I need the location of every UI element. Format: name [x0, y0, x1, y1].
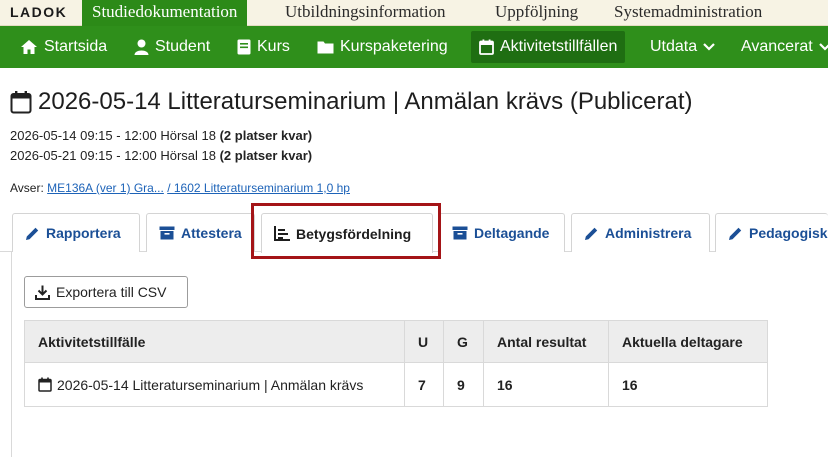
cell-u: 7 — [404, 362, 444, 407]
nav-student[interactable]: Student — [134, 31, 210, 63]
export-csv-button[interactable]: Exportera till CSV — [24, 276, 188, 308]
nav-kurs[interactable]: Kurs — [237, 31, 290, 63]
nav-startsida[interactable]: Startsida — [20, 31, 107, 63]
main-nav: Startsida Student Kurs Kurspaketering Ak… — [0, 26, 828, 68]
archive-icon — [159, 226, 175, 240]
calendar-icon — [38, 377, 52, 392]
top-tab-utbildningsinformation[interactable]: Utbildningsinformation — [285, 0, 446, 26]
home-icon — [21, 40, 37, 54]
col-header-g: G — [443, 320, 484, 363]
session-2-text: 2026-05-21 09:15 - 12:00 Hörsal 18 — [10, 148, 220, 163]
tab-pedagogisk-label: Pedagogisk — [749, 225, 828, 241]
archive-icon — [452, 226, 468, 240]
book-icon — [237, 39, 251, 55]
col-header-u: U — [404, 320, 444, 363]
cell-g: 9 — [443, 362, 484, 407]
tab-attestera-label: Attestera — [181, 225, 242, 241]
avser-line: Avser: ME136A (ver 1) Gra... / 1602 Litt… — [10, 181, 350, 195]
nav-startsida-label: Startsida — [44, 38, 108, 55]
col-header-aktuella-deltagare: Aktuella deltagare — [608, 320, 768, 363]
col-header-aktivitetstillfalle: Aktivitetstillfälle — [24, 320, 405, 363]
cell-antal-resultat: 16 — [483, 362, 609, 407]
avser-label: Avser: — [10, 181, 44, 195]
top-tab-systemadministration[interactable]: Systemadministration — [614, 0, 762, 26]
chevron-down-icon — [703, 43, 715, 51]
page-title: 2026-05-14 Litteraturseminarium | Anmäla… — [10, 88, 693, 116]
pencil-icon — [729, 227, 742, 240]
nav-avancerat-label: Avancerat — [741, 38, 813, 55]
module-link[interactable]: / 1602 Litteraturseminarium 1,0 hp — [167, 181, 350, 195]
page-title-text: 2026-05-14 Litteraturseminarium | Anmäla… — [38, 88, 693, 115]
session-line-1: 2026-05-14 09:15 - 12:00 Hörsal 18 (2 pl… — [10, 128, 312, 143]
content-left-border — [11, 251, 12, 457]
pencil-icon — [26, 227, 39, 240]
cell-aktivitetstillfalle: 2026-05-14 Litteraturseminarium | Anmäla… — [24, 362, 405, 407]
chevron-down-icon — [818, 43, 828, 51]
course-link[interactable]: ME136A (ver 1) Gra... — [47, 181, 164, 195]
tab-administrera-label: Administrera — [605, 225, 692, 241]
tab-administrera[interactable]: Administrera — [571, 213, 710, 252]
nav-avancerat[interactable]: Avancerat — [741, 31, 828, 63]
tab-deltagande-label: Deltagande — [474, 225, 550, 241]
top-tab-studiedokumentation[interactable]: Studiedokumentation — [82, 0, 248, 26]
tab-pedagogisk[interactable]: Pedagogisk — [715, 213, 828, 252]
nav-aktivitetstillfallen[interactable]: Aktivitetstillfällen — [471, 31, 626, 63]
grade-distribution-table: Aktivitetstillfälle U G Antal resultat A… — [24, 320, 768, 407]
calendar-icon — [10, 91, 32, 114]
table-row: 2026-05-14 Litteraturseminarium | Anmäla… — [24, 362, 768, 407]
calendar-icon — [479, 39, 494, 55]
table-header-row: Aktivitetstillfälle U G Antal resultat A… — [24, 320, 768, 363]
session-1-seats: (2 platser kvar) — [219, 128, 313, 143]
cell-aktivitetstillfalle-text: 2026-05-14 Litteraturseminarium | Anmäla… — [57, 376, 364, 393]
export-csv-label: Exportera till CSV — [56, 284, 167, 300]
tab-rapportera[interactable]: Rapportera — [12, 213, 140, 252]
cell-aktuella-deltagare: 16 — [608, 362, 768, 407]
download-icon — [35, 285, 50, 300]
nav-kurspaketering[interactable]: Kurspaketering — [317, 31, 448, 63]
top-bar: LADOK Studiedokumentation Utbildningsinf… — [0, 0, 828, 26]
folder-icon — [317, 41, 334, 54]
nav-kurspaketering-label: Kurspaketering — [340, 38, 448, 55]
session-line-2: 2026-05-21 09:15 - 12:00 Hörsal 18 (2 pl… — [10, 148, 312, 163]
tab-rapportera-label: Rapportera — [46, 225, 121, 241]
nav-aktivitetstillfallen-label: Aktivitetstillfällen — [500, 38, 618, 55]
top-tab-uppfoljning[interactable]: Uppföljning — [495, 0, 578, 26]
nav-utdata-label: Utdata — [650, 38, 698, 55]
tab-deltagande[interactable]: Deltagande — [439, 213, 565, 252]
active-tab-highlight-box — [251, 203, 441, 259]
pencil-icon — [585, 227, 598, 240]
session-1-text: 2026-05-14 09:15 - 12:00 Hörsal 18 — [10, 128, 220, 143]
tab-attestera[interactable]: Attestera — [146, 213, 255, 252]
ladok-logo[interactable]: LADOK — [10, 4, 67, 20]
nav-kurs-label: Kurs — [257, 38, 290, 55]
user-icon — [134, 39, 149, 55]
nav-utdata[interactable]: Utdata — [650, 31, 715, 63]
col-header-antal-resultat: Antal resultat — [483, 320, 609, 363]
session-2-seats: (2 platser kvar) — [219, 148, 313, 163]
nav-student-label: Student — [155, 38, 211, 55]
